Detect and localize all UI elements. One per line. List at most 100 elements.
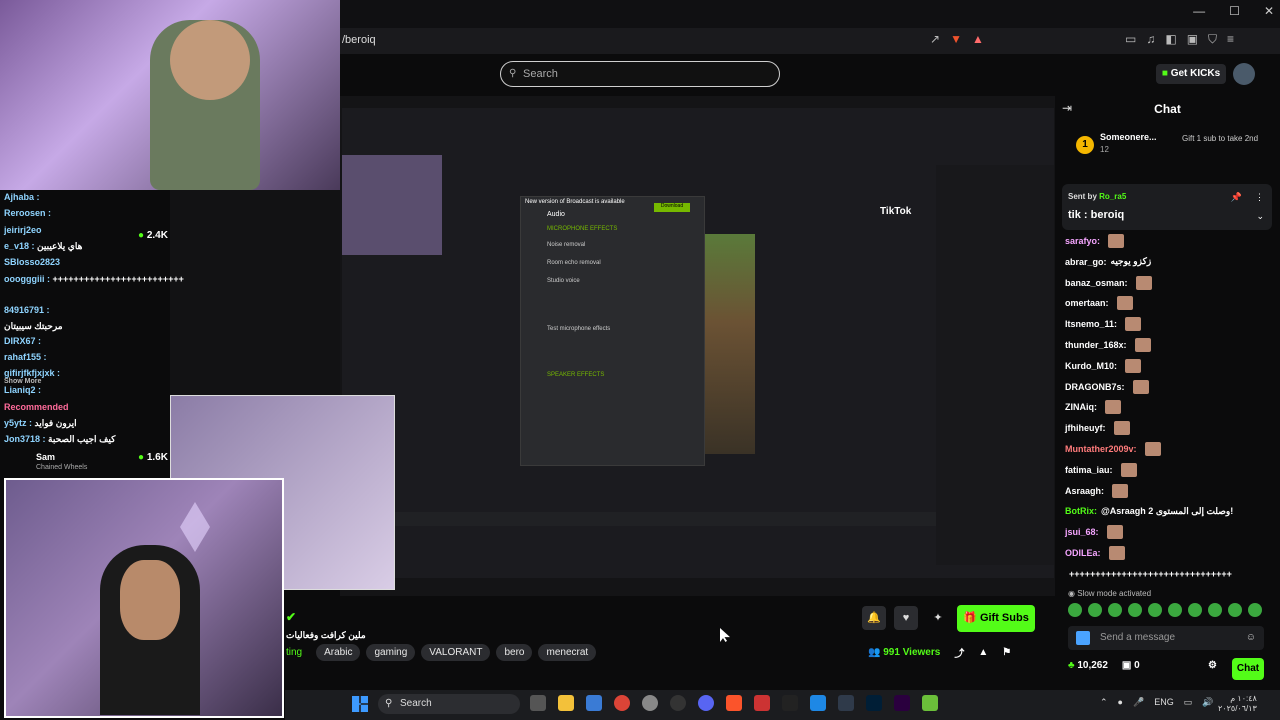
report-icon[interactable]: ▲ (978, 647, 988, 658)
chat-username[interactable]: Asraagh: (1065, 486, 1104, 496)
emote-icon[interactable] (1128, 603, 1142, 617)
chat-input[interactable]: Send a message ☺ (1068, 626, 1264, 650)
emote-icon[interactable] (1088, 603, 1102, 617)
language-indicator[interactable]: ENG (1154, 697, 1174, 708)
chat-username[interactable]: ZINAiq: (1065, 402, 1097, 412)
user-avatar[interactable] (1233, 63, 1255, 85)
emote-icon[interactable] (1108, 603, 1122, 617)
chat-username[interactable]: Itsnemo_11: (1065, 319, 1117, 329)
tray-app-icon[interactable]: ● (1118, 697, 1123, 708)
steam-icon[interactable] (838, 695, 854, 711)
reader-icon[interactable]: ▭ (1125, 32, 1136, 47)
rewards-icon[interactable]: ▲ (972, 32, 984, 46)
brave-icon[interactable] (726, 695, 742, 711)
app-icon[interactable] (754, 695, 770, 711)
discord-icon[interactable] (698, 695, 714, 711)
chat-username[interactable]: jfhiheuyf: (1065, 423, 1106, 433)
chat-username[interactable]: omertaan: (1065, 298, 1109, 308)
emote-icon[interactable] (1148, 603, 1162, 617)
obs-icon[interactable] (670, 695, 686, 711)
chat-username[interactable]: banaz_osman: (1065, 278, 1128, 288)
chat-username[interactable]: thunder_168x: (1065, 340, 1127, 350)
file-explorer-icon[interactable] (558, 695, 574, 711)
clip-icon[interactable]: ✦ (926, 606, 950, 630)
app-icon[interactable] (642, 695, 658, 711)
chevron-down-icon[interactable]: ⌄ (1256, 211, 1264, 222)
tag-chip[interactable]: menecrat (538, 644, 597, 661)
chat-username[interactable]: Kurdo_M10: (1065, 361, 1117, 371)
task-view-icon[interactable] (530, 695, 546, 711)
minecraft-icon[interactable] (922, 695, 938, 711)
tag-chip[interactable]: VALORANT (421, 644, 491, 661)
emote-icon[interactable] (1068, 603, 1082, 617)
notification-bell-icon[interactable]: 🔔 (862, 606, 886, 630)
share-icon[interactable]: ⤴ (954, 645, 964, 660)
gift-subs-button[interactable]: 🎁 Gift Subs (957, 605, 1035, 632)
search-input[interactable]: ⚲ Search (500, 61, 780, 87)
emote-icon (1113, 421, 1130, 436)
more-icon[interactable]: ⚑ (1002, 647, 1011, 658)
pin-icon[interactable]: 📌 (1231, 192, 1242, 203)
capcut-icon[interactable] (782, 695, 798, 711)
emote-icon (1108, 546, 1125, 560)
tag-chip[interactable]: gaming (366, 644, 416, 661)
taskbar-search[interactable]: ⚲ Search (378, 694, 520, 714)
url-text[interactable]: /beroiq (342, 34, 376, 46)
kebab-icon[interactable]: ⋮ (1255, 192, 1264, 203)
chat-username[interactable]: jsui_68: (1065, 527, 1099, 537)
chat-username[interactable]: BotRix: (1065, 506, 1097, 516)
kicks-balance[interactable]: 10,262 (1077, 660, 1108, 671)
overlay-line: e_v18 : هاي يلاعيبين (4, 241, 83, 251)
premiere-icon[interactable] (894, 695, 910, 711)
chat-send-button[interactable]: Chat (1232, 658, 1264, 680)
chat-username[interactable]: ODILEa: (1065, 548, 1101, 558)
viewers-count: 991 Viewers (883, 647, 941, 658)
emote-icon (1134, 338, 1151, 352)
search-icon: ⚲ (509, 68, 517, 79)
maximize-icon[interactable]: ☐ (1229, 4, 1240, 18)
minimize-icon[interactable]: — (1193, 4, 1205, 18)
chevron-up-icon[interactable]: ⌃ (1100, 697, 1108, 708)
display-icon[interactable]: ▭ (1184, 697, 1193, 708)
tag-chip[interactable]: bero (496, 644, 533, 661)
store-icon[interactable] (586, 695, 602, 711)
chrome-icon[interactable] (614, 695, 630, 711)
heart-icon[interactable]: ♥ (894, 606, 918, 630)
points-icon: ▣ (1121, 660, 1132, 671)
vpn-icon[interactable]: ⛉ (1208, 32, 1217, 47)
emote-icon[interactable] (1208, 603, 1222, 617)
tag-chip[interactable]: Arabic (316, 644, 361, 661)
brave-shield-icon[interactable]: ▼ (950, 32, 962, 46)
emote-bar (1068, 603, 1262, 617)
leader-gift-cta[interactable]: Gift 1 sub to take 2nd (1182, 134, 1272, 143)
settings-icon[interactable]: ⚙ (1208, 660, 1217, 671)
mic-icon[interactable]: 🎤 (1133, 697, 1144, 708)
system-tray: ⌃ ● 🎤 ENG ▭ 🔊 (1100, 697, 1213, 708)
stream-actions: 🔔 ♥ ✦ (862, 606, 950, 630)
emote-icon[interactable] (1248, 603, 1262, 617)
sidebar-icon[interactable]: ◧ (1165, 32, 1176, 47)
photoshop-icon[interactable] (866, 695, 882, 711)
chat-username[interactable]: abrar_go: (1065, 257, 1107, 267)
chat-username[interactable]: Muntather2009v: (1065, 444, 1137, 454)
wallet-icon[interactable]: ▣ (1187, 32, 1198, 47)
points-value[interactable]: 0 (1134, 660, 1140, 671)
speaker-icon[interactable]: 🔊 (1202, 697, 1213, 708)
close-icon[interactable]: ✕ (1264, 4, 1274, 18)
get-kicks-label: Get KICKs (1170, 68, 1221, 79)
emote-icon[interactable] (1168, 603, 1182, 617)
emote-icon[interactable] (1188, 603, 1202, 617)
app-icon[interactable] (810, 695, 826, 711)
chat-username[interactable]: fatima_iau: (1065, 465, 1113, 475)
music-icon[interactable]: ♫ (1146, 32, 1155, 47)
category-link[interactable]: ting (286, 644, 310, 661)
emote-icon[interactable] (1228, 603, 1242, 617)
share-icon[interactable]: ↗ (930, 32, 940, 46)
chat-username[interactable]: sarafyo: (1065, 236, 1100, 246)
chat-message: Itsnemo_11: (1065, 315, 1142, 333)
chat-username[interactable]: DRAGONB7s: (1065, 382, 1125, 392)
taskbar-clock[interactable]: ١٠:٤٨ م ٢٠٢٥/٠٦/١٣ (1218, 694, 1257, 714)
menu-icon[interactable]: ≡ (1227, 32, 1234, 47)
emoji-picker-icon[interactable]: ☺ (1246, 626, 1256, 650)
get-kicks-button[interactable]: ■ Get KICKs (1156, 64, 1226, 84)
